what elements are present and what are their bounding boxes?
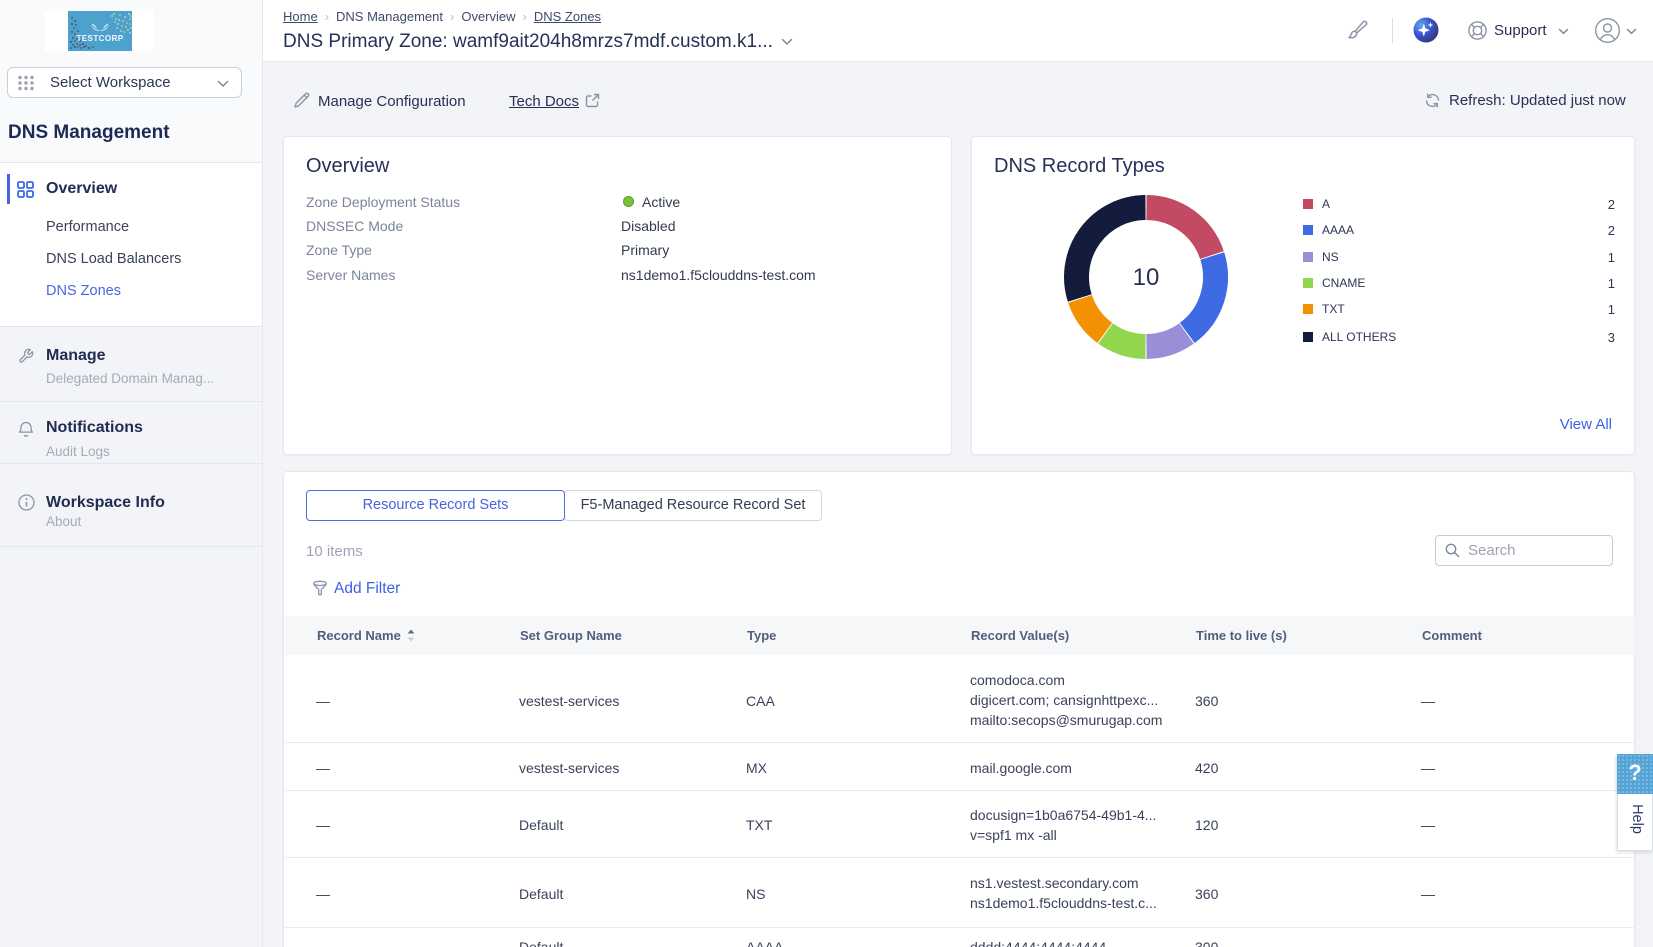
svg-text:TESTCORP: TESTCORP xyxy=(77,34,124,43)
